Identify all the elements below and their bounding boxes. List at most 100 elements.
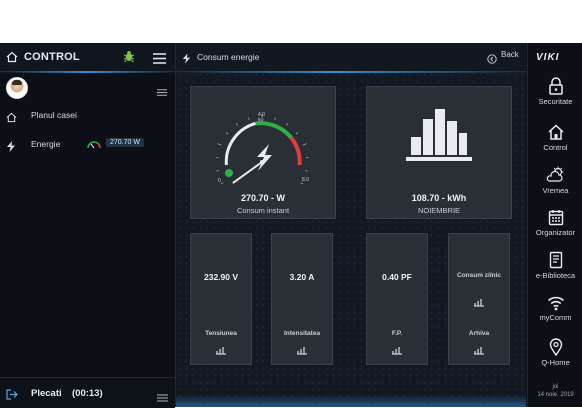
gauge-ticks — [216, 114, 309, 189]
gauge-tick — [221, 183, 223, 184]
control-title: CONTROL — [24, 51, 80, 63]
mini-chart-icon — [215, 342, 227, 360]
wifi-icon — [547, 295, 565, 311]
home-icon — [547, 123, 565, 141]
rail-label: Vremea — [528, 186, 582, 195]
rail-label: Q-Home — [528, 358, 582, 367]
tile-tensiunea[interactable]: 232.90 V Tensiunea — [190, 233, 252, 365]
date-label: 14 noie. 2019 — [528, 391, 582, 399]
gauge-tick — [296, 133, 298, 135]
monthly-caption: NOIEMBRIE — [367, 206, 511, 215]
mini-chart-icon[interactable] — [473, 342, 485, 360]
tile-factor-putere[interactable]: 0.40 PF F.P. — [366, 233, 428, 365]
user-avatar[interactable] — [6, 77, 28, 99]
control-header: CONTROL — [0, 43, 175, 72]
tile-caption: Consum zilnic — [449, 272, 509, 279]
book-icon — [548, 251, 564, 269]
rail-item-vremea[interactable]: Vremea — [528, 166, 582, 195]
footer-menu-icon[interactable] — [157, 389, 168, 407]
gauge-needle — [233, 162, 262, 183]
lock-icon — [548, 77, 564, 95]
app-screen: CONTROL Planul casei Energie — [0, 43, 582, 407]
tile-value: 232.90 V — [191, 272, 251, 282]
rail-label: myComm — [528, 313, 582, 322]
date-display: joi 14 noie. 2019 — [528, 383, 582, 399]
tile-caption-archive: Arhiva — [449, 330, 509, 337]
gauge-arc-red — [291, 138, 299, 165]
presence-status[interactable]: Plecati — [31, 388, 62, 399]
tile-caption: Tensiunea — [191, 330, 251, 337]
back-icon[interactable] — [487, 51, 497, 69]
monthly-value: 108.70 - kWh — [367, 193, 511, 203]
tile-value: 0.40 PF — [367, 272, 427, 282]
rail-label: e-Biblioteca — [528, 271, 582, 280]
viki-logo: VIKI — [536, 52, 559, 63]
control-panel: CONTROL Planul casei Energie — [0, 43, 176, 407]
tile-caption: Intensitatea — [272, 330, 332, 337]
gauge-min-dot — [225, 169, 233, 177]
home-icon[interactable] — [6, 50, 18, 68]
tile-consum-zilnic[interactable]: Consum zilnic Arhiva — [448, 233, 510, 365]
gauge-arc-white — [226, 123, 255, 165]
location-pin-icon — [549, 338, 563, 356]
calendar-icon — [548, 209, 564, 226]
status-footer: Plecati (00:13) — [0, 377, 175, 408]
gauge-tick — [249, 118, 250, 120]
main-content: Consum energie Back 4.0 kw 0 8.0 — [176, 43, 526, 407]
rail-item-securitate[interactable]: Securitate — [528, 77, 582, 106]
header-glow — [0, 71, 175, 73]
header-glow — [176, 71, 526, 73]
rail-item-organizator[interactable]: Organizator — [528, 209, 582, 237]
weather-icon — [546, 166, 566, 184]
gauge-max-label: 8.0 — [302, 177, 309, 183]
rail-item-control[interactable]: Control — [528, 123, 582, 152]
home-icon — [6, 110, 17, 128]
rail-item-mycomm[interactable]: myComm — [528, 295, 582, 322]
main-header: Consum energie Back — [176, 43, 526, 72]
mini-chart-icon[interactable] — [473, 294, 485, 312]
gauge-tick — [218, 144, 222, 146]
gauge-unit: kw — [258, 117, 264, 122]
tile-intensitatea[interactable]: 3.20 A Intensitatea — [271, 233, 333, 365]
tile-value: 3.20 A — [272, 272, 332, 282]
mini-chart-icon — [296, 342, 308, 360]
instant-caption: Consum instant — [191, 206, 335, 215]
gauge-tick — [303, 144, 307, 146]
exit-icon[interactable] — [6, 387, 18, 405]
tile-caption: F.P. — [367, 330, 427, 337]
instant-consumption-card[interactable]: 4.0 kw 0 8.0 270.70 - W Consum instant — [190, 86, 336, 219]
mini-chart-icon — [391, 342, 403, 360]
page-title: Consum energie — [197, 52, 259, 62]
back-button[interactable]: Back — [501, 50, 519, 59]
rail-label: Control — [528, 143, 582, 152]
nav-item-planul-casei[interactable]: Planul casei — [0, 107, 175, 125]
mini-gauge-icon — [86, 137, 102, 155]
bug-icon[interactable] — [122, 49, 136, 68]
rail-label: Securitate — [528, 97, 582, 106]
rail-item-e-biblioteca[interactable]: e-Biblioteca — [528, 251, 582, 280]
hamburger-menu-icon[interactable] — [153, 51, 166, 69]
energy-badge: 270.70 W — [106, 138, 144, 147]
bottom-glow — [176, 395, 526, 407]
gauge-tick — [226, 133, 228, 135]
nav-label: Planul casei — [31, 110, 77, 120]
instant-value: 270.70 - W — [191, 193, 335, 203]
gauge-tick — [275, 118, 276, 120]
monthly-consumption-card[interactable]: 108.70 - kWh NOIEMBRIE — [366, 86, 512, 219]
power-gauge: 4.0 kw 0 8.0 — [191, 89, 335, 189]
nav-item-energie[interactable]: Energie 270.70 W — [0, 136, 175, 154]
rail-item-q-home[interactable]: Q-Home — [528, 338, 582, 367]
rail-label: Organizator — [528, 228, 582, 237]
nav-label: Energie — [31, 139, 60, 149]
gauge-tick — [236, 123, 237, 125]
user-menu-icon[interactable] — [157, 83, 167, 101]
app-rail: VIKI Securitate Control Vremea Organizat… — [527, 43, 582, 407]
day-label: joi — [528, 383, 582, 391]
gauge-min-label: 0 — [218, 178, 221, 184]
lightning-icon — [257, 144, 272, 171]
bolt-icon — [182, 51, 191, 69]
gauge-tick — [286, 123, 287, 125]
gauge-arc-green — [256, 123, 292, 138]
bolt-icon — [6, 139, 16, 157]
bar-chart-icon — [404, 107, 474, 165]
